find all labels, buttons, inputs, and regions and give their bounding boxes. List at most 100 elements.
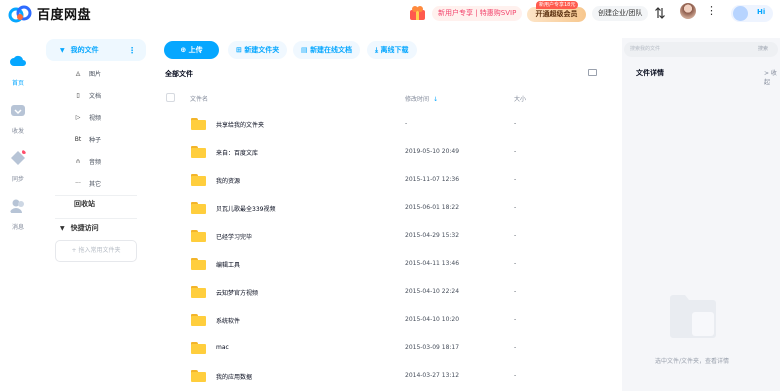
assistant-hi-button[interactable]: Hi: [731, 5, 773, 22]
hi-label: Hi: [757, 8, 766, 16]
play-icon: ▷: [75, 113, 81, 121]
folder-icon: [191, 230, 206, 242]
sidebar-item-label: 种子: [89, 136, 102, 144]
more-menu-icon[interactable]: ⋮: [706, 5, 717, 17]
offline-download-button[interactable]: ⤓ 离线下载: [367, 41, 417, 59]
transfer-icon[interactable]: [654, 7, 666, 19]
new-online-doc-button[interactable]: ▤ 新建在线文档: [293, 41, 361, 59]
file-name[interactable]: 编辑工具: [216, 260, 240, 269]
file-list-panel: ⊕ 上传 ⊞ 新建文件夹 ▤ 新建在线文档 ⤓ 离线下载 全部文件 文件名 修改…: [154, 38, 614, 391]
vip-button[interactable]: 开通超级会员: [527, 7, 586, 22]
file-name[interactable]: 已经学习完毕: [216, 232, 252, 241]
table-row[interactable]: 系统软件 2015-04-10 10:20 -: [154, 307, 614, 335]
table-row[interactable]: mac 2015-03-09 18:17 -: [154, 335, 614, 363]
folder-icon: [191, 174, 206, 186]
sidebar-item-videos[interactable]: ▷ 视频: [73, 110, 101, 124]
table-row[interactable]: 我的资源 2015-11-07 12:36 -: [154, 167, 614, 195]
file-modified: -: [405, 120, 408, 127]
folder-icon: [191, 146, 206, 158]
sidebar-item-images[interactable]: ◬ 图片: [73, 66, 101, 80]
folder-icon: [191, 314, 206, 326]
offline-download-label: 离线下载: [380, 46, 409, 54]
file-size: -: [514, 344, 517, 351]
breadcrumb: 全部文件: [165, 70, 193, 78]
app-logo[interactable]: 百度网盘: [8, 4, 91, 23]
sidebar-item-other[interactable]: ··· 其它: [73, 176, 101, 190]
cloud-home-icon: [10, 55, 26, 66]
new-online-doc-label: 新建在线文档: [310, 46, 353, 54]
inbox-icon: [11, 105, 25, 116]
nav-item-inbox[interactable]: 收发: [0, 102, 36, 135]
file-name[interactable]: mac: [216, 344, 229, 351]
folder-icon: [191, 118, 206, 130]
file-name[interactable]: 我的资源: [216, 176, 240, 185]
nav-item-home[interactable]: 首页: [0, 54, 36, 87]
new-folder-button[interactable]: ⊞ 新建文件夹: [228, 41, 288, 59]
vip-upgrade[interactable]: 开通超级会员 新用户专享18元: [527, 1, 586, 22]
document-icon: ▯: [76, 91, 80, 99]
create-enterprise-button[interactable]: 创建企业/团队: [592, 6, 649, 21]
folder-icon: [191, 258, 206, 270]
table-row[interactable]: 来自：百度文库 2019-05-10 20:49 -: [154, 139, 614, 167]
file-size: -: [514, 120, 517, 127]
table-row[interactable]: 贝瓦儿歌最全339视频 2015-06-01 18:22 -: [154, 195, 614, 223]
sidebar-item-quick-access[interactable]: ▼ 快捷访问: [60, 223, 99, 233]
file-name[interactable]: 共享给我的文件夹: [216, 120, 264, 129]
table-row[interactable]: 共享给我的文件夹 - -: [154, 111, 614, 139]
sidebar-item-my-files[interactable]: ▼ 我的文件 ⋮: [46, 39, 146, 61]
sidebar-item-label: 我的文件: [70, 46, 99, 54]
empty-detail-text: 选中文件/文件夹，查看详情: [655, 358, 730, 365]
image-icon: ◬: [75, 69, 81, 77]
upload-button[interactable]: ⊕ 上传: [164, 41, 219, 59]
promo-svip-link[interactable]: 新用户专享 | 特惠购SVIP: [432, 6, 523, 21]
table-header: 文件名 修改时间 ↓ 大小: [154, 93, 614, 107]
file-modified: 2014-03-27 13:12: [405, 372, 460, 379]
divider: [55, 218, 137, 219]
collapse-panel-button[interactable]: > 收起: [764, 68, 780, 86]
vip-promo-tag: 新用户专享18元: [536, 1, 579, 9]
select-all-checkbox[interactable]: [166, 93, 175, 102]
empty-file-illustration-icon: [670, 295, 716, 338]
table-row[interactable]: 云知梦官方视频 2015-04-10 22:24 -: [154, 279, 614, 307]
file-size: -: [514, 204, 517, 211]
app-title: 百度网盘: [37, 8, 92, 23]
table-row[interactable]: 已经学习完毕 2015-04-29 15:32 -: [154, 223, 614, 251]
file-name[interactable]: 来自：百度文库: [216, 148, 258, 157]
view-toggle-icon[interactable]: [588, 69, 597, 76]
column-modified[interactable]: 修改时间 ↓: [405, 94, 438, 103]
file-sidebar: ▼ 我的文件 ⋮ ◬ 图片 ▯ 文档 ▷ 视频 Bt 种子 ∩ 音频 ··· 其它 回收站 …: [45, 38, 146, 391]
nav-item-messages[interactable]: 消息: [0, 198, 36, 231]
nav-item-sync[interactable]: 同步: [0, 150, 36, 183]
more-dots-icon: ···: [75, 179, 81, 187]
search-input[interactable]: 搜索我的文件 搜索: [624, 42, 778, 57]
sidebar-item-torrents[interactable]: Bt 种子: [73, 132, 101, 146]
table-row[interactable]: 编辑工具 2015-04-11 13:46 -: [154, 251, 614, 279]
file-name[interactable]: 我的应用数据: [216, 372, 252, 381]
table-row[interactable]: 我的应用数据 2014-03-27 13:12 -: [154, 363, 614, 391]
baidu-netdisk-logo-icon: [8, 5, 32, 22]
sidebar-item-label: 图片: [89, 70, 102, 78]
search-button[interactable]: 搜索: [758, 42, 768, 57]
caret-down-icon: ▼: [60, 46, 65, 54]
column-size[interactable]: 大小: [514, 94, 526, 103]
sidebar-item-audio[interactable]: ∩ 音频: [73, 154, 101, 168]
sidebar-item-docs[interactable]: ▯ 文档: [73, 88, 101, 102]
file-name[interactable]: 系统软件: [216, 316, 240, 325]
gift-icon[interactable]: [409, 5, 426, 21]
user-avatar[interactable]: [680, 3, 696, 19]
folder-icon: [191, 342, 206, 354]
file-name[interactable]: 云知梦官方视频: [216, 288, 258, 297]
nav-label: 收发: [11, 128, 24, 135]
more-vertical-icon[interactable]: ⋮: [128, 46, 136, 55]
folder-icon: [191, 202, 206, 214]
file-name[interactable]: 贝瓦儿歌最全339视频: [216, 204, 275, 213]
file-modified: 2015-06-01 18:22: [405, 204, 460, 211]
drag-folder-dropzone[interactable]: + 拖入常用文件夹: [55, 240, 137, 262]
left-nav: 首页 收发 同步 消息: [0, 36, 36, 391]
file-modified: 2015-03-09 18:17: [405, 344, 460, 351]
nav-label: 同步: [11, 176, 24, 183]
sidebar-item-recycle-bin[interactable]: 回收站: [74, 199, 95, 209]
sidebar-item-label: 音频: [89, 158, 102, 166]
column-name[interactable]: 文件名: [190, 94, 208, 103]
headphones-icon: ∩: [75, 157, 81, 165]
